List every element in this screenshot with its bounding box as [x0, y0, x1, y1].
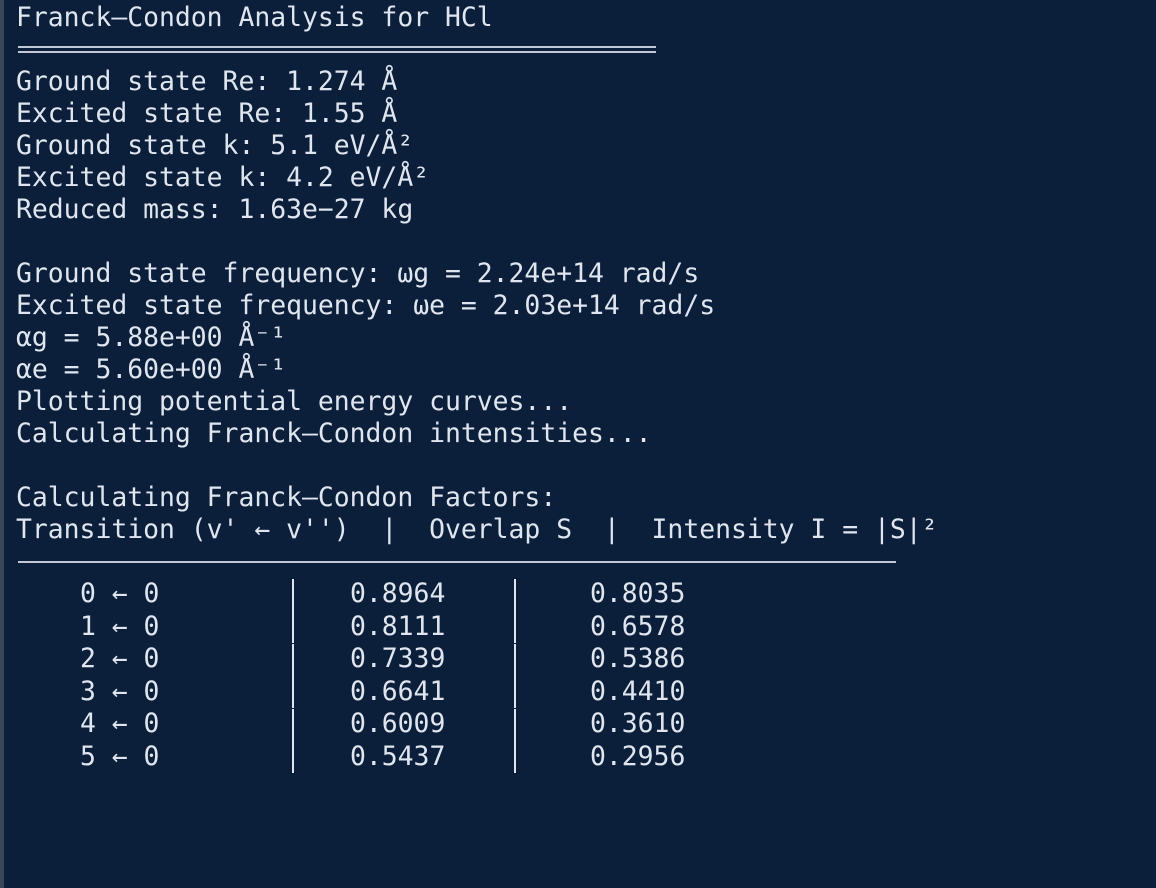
param-ground-re: Ground state Re: 1.274 Å [16, 66, 398, 97]
terminal-output: Franck–Condon Analysis for HCl Ground st… [16, 2, 1156, 773]
table-row: 3 ← 0 0.6641 0.4410 [16, 675, 790, 708]
transition-cell: 4 ← 0 [80, 708, 160, 740]
intensity-cell: 0.2956 [590, 740, 686, 772]
overlap-cell: 0.5437 [350, 740, 446, 772]
ground-frequency: Ground state frequency: ωg = 2.24e+14 ra… [16, 258, 700, 289]
table-separator [16, 546, 1156, 578]
column-divider [514, 578, 590, 611]
column-divider [292, 676, 350, 708]
intensity-cell: 0.6578 [590, 610, 686, 642]
table-row: 5 ← 0 0.5437 0.2956 [16, 740, 790, 773]
alpha-excited: αe = 5.60e+00 Å⁻¹ [16, 354, 287, 385]
transition-cell: 1 ← 0 [80, 610, 160, 642]
intensity-cell: 0.5386 [590, 643, 686, 675]
factors-heading: Calculating Franck–Condon Factors: [16, 482, 557, 513]
table-row: 4 ← 0 0.6009 0.3610 [16, 708, 790, 741]
plotting-status: Plotting potential energy curves... [16, 386, 573, 417]
table-row: 2 ← 0 0.7339 0.5386 [16, 643, 790, 676]
analysis-title: Franck–Condon Analysis for HCl [16, 2, 493, 33]
intensity-cell: 0.4410 [590, 675, 686, 707]
transition-cell: 5 ← 0 [80, 740, 160, 772]
terminal-window[interactable]: Franck–Condon Analysis for HCl Ground st… [0, 0, 1156, 888]
column-divider [514, 643, 590, 676]
table-header: Transition (v' ← v'') | Overlap S | Inte… [16, 514, 938, 545]
column-divider [292, 643, 350, 676]
overlap-cell: 0.6009 [350, 708, 446, 740]
overlap-cell: 0.8111 [350, 610, 446, 642]
overlap-cell: 0.6641 [350, 675, 446, 707]
column-divider [292, 708, 350, 741]
param-reduced-mass: Reduced mass: 1.63e−27 kg [16, 194, 414, 225]
column-divider [514, 708, 590, 741]
column-divider [292, 611, 350, 643]
column-divider [514, 611, 590, 643]
column-divider [514, 676, 590, 708]
transition-cell: 0 ← 0 [80, 578, 160, 610]
title-separator [16, 34, 1156, 66]
column-divider [292, 578, 350, 611]
overlap-cell: 0.7339 [350, 643, 446, 675]
transition-cell: 2 ← 0 [80, 643, 160, 675]
calculating-status: Calculating Franck–Condon intensities... [16, 418, 652, 449]
column-divider [292, 741, 350, 773]
intensity-cell: 0.8035 [590, 578, 686, 610]
param-excited-re: Excited state Re: 1.55 Å [16, 98, 398, 129]
table-row: 0 ← 0 0.8964 0.8035 [16, 578, 790, 611]
overlap-cell: 0.8964 [350, 578, 446, 610]
param-excited-k: Excited state k: 4.2 eV/Å² [16, 162, 430, 193]
alpha-ground: αg = 5.88e+00 Å⁻¹ [16, 322, 287, 353]
table-row: 1 ← 0 0.8111 0.6578 [16, 610, 790, 643]
param-ground-k: Ground state k: 5.1 eV/Å² [16, 130, 414, 161]
excited-frequency: Excited state frequency: ωe = 2.03e+14 r… [16, 290, 716, 321]
intensity-cell: 0.3610 [590, 708, 686, 740]
transition-cell: 3 ← 0 [80, 675, 160, 707]
column-divider [514, 741, 590, 773]
franck-condon-table: 0 ← 0 0.8964 0.8035 1 ← 0 0.8111 0.6578 … [16, 578, 790, 773]
